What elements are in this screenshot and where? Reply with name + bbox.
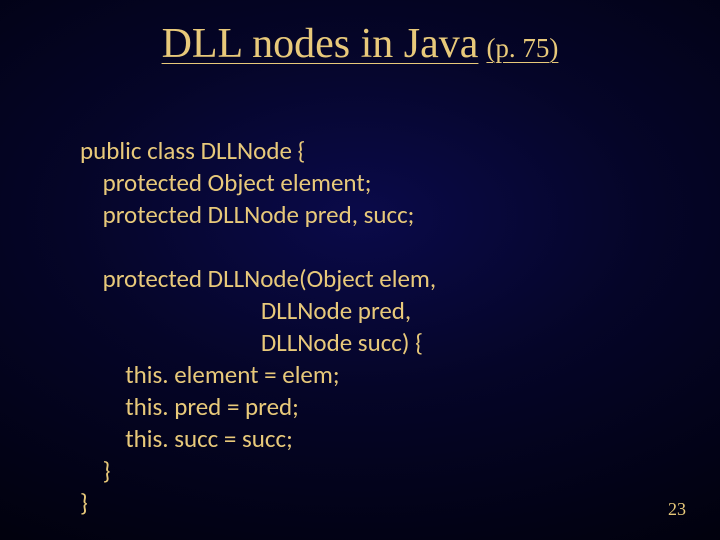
title-sub: (p. 75) (486, 33, 558, 63)
code-block: public class DLLNode { protected Object … (80, 135, 436, 519)
slide-title: DLL nodes in Java(p. 75) (0, 20, 720, 68)
page-number: 23 (668, 499, 686, 520)
title-main: DLL nodes in Java (162, 21, 479, 67)
slide: DLL nodes in Java(p. 75) public class DL… (0, 0, 720, 540)
